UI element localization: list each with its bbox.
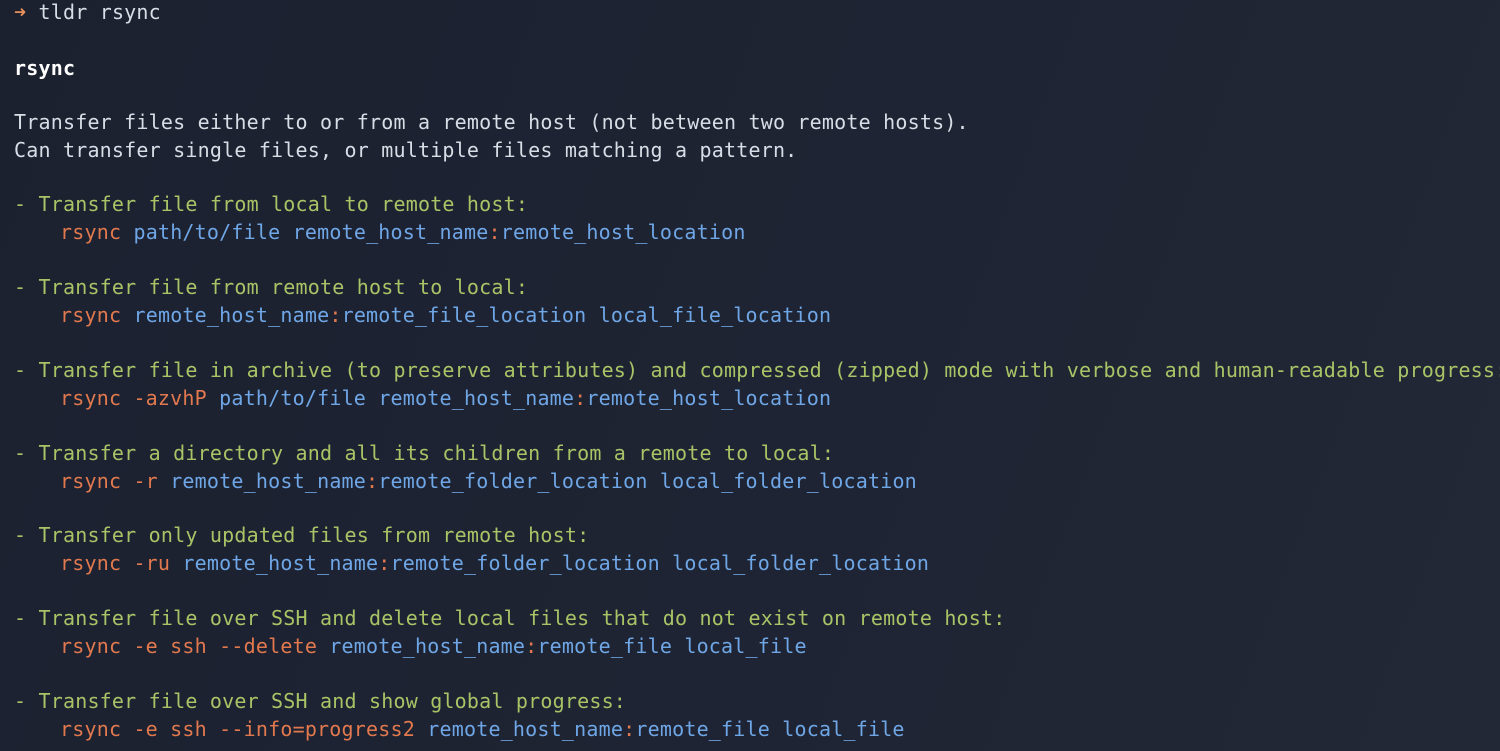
page-title: rsync	[14, 56, 76, 80]
remote-path: remote_host_location	[586, 386, 832, 410]
prompt-line: ➜ tldr rsync	[14, 0, 161, 26]
remote-host: remote_host_name	[378, 386, 575, 410]
host-separator: :	[574, 386, 587, 410]
prompt-command: tldr rsync	[38, 0, 161, 24]
remote-path: remote_file_location	[341, 303, 587, 327]
command-name: rsync -r	[60, 469, 158, 493]
remote-host: remote_host_name	[292, 220, 489, 244]
example-description: - Transfer file in archive (to preserve …	[14, 358, 1500, 382]
terminal-window[interactable]: ➜ tldr rsync rsync Transfer files either…	[0, 0, 1500, 751]
description-line-1: Transfer files either to or from a remot…	[14, 110, 969, 134]
remote-host: remote_host_name	[170, 469, 367, 493]
example-description: - Transfer only updated files from remot…	[14, 523, 590, 547]
remote-host: remote_host_name	[133, 303, 330, 327]
local-path: local_folder_location	[672, 551, 930, 575]
host-separator: :	[378, 551, 391, 575]
local-path: local_file	[782, 717, 905, 741]
command-name: rsync	[60, 303, 122, 327]
remote-host: remote_host_name	[182, 551, 379, 575]
example-description: - Transfer file from local to remote hos…	[14, 192, 529, 216]
remote-path: remote_folder_location	[390, 551, 660, 575]
local-path: local_file_location	[598, 303, 832, 327]
example-command: rsync -e ssh --info=progress2 remote_hos…	[60, 715, 905, 743]
host-separator: :	[525, 634, 538, 658]
example-command: rsync remote_host_name:remote_file_locat…	[60, 301, 831, 329]
host-separator: :	[366, 469, 379, 493]
command-name: rsync -e ssh --delete	[60, 634, 318, 658]
example-command: rsync -r remote_host_name:remote_folder_…	[60, 467, 917, 495]
remote-host: remote_host_name	[329, 634, 526, 658]
example-description: - Transfer file over SSH and show global…	[14, 689, 627, 713]
remote-path: remote_file	[537, 634, 673, 658]
local-path: local_file	[684, 634, 807, 658]
command-name: rsync	[60, 220, 122, 244]
description-line-2: Can transfer single files, or multiple f…	[14, 138, 798, 162]
command-name: rsync -azvhP	[60, 386, 207, 410]
local-path: local_folder_location	[659, 469, 917, 493]
host-separator: :	[488, 220, 501, 244]
command-argument: path/to/file	[133, 220, 281, 244]
host-separator: :	[329, 303, 342, 327]
example-description: - Transfer a directory and all its child…	[14, 441, 835, 465]
command-name: rsync -ru	[60, 551, 171, 575]
remote-path: remote_host_location	[500, 220, 746, 244]
example-description: - Transfer file over SSH and delete loca…	[14, 606, 1006, 630]
command-argument: path/to/file	[219, 386, 367, 410]
prompt-arrow-icon: ➜	[14, 0, 27, 24]
example-command: rsync -azvhP path/to/file remote_host_na…	[60, 384, 831, 412]
remote-path: remote_file	[635, 717, 771, 741]
example-command: rsync path/to/file remote_host_name:remo…	[60, 218, 746, 246]
remote-host: remote_host_name	[427, 717, 624, 741]
remote-path: remote_folder_location	[378, 469, 648, 493]
command-name: rsync -e ssh --info=progress2	[60, 717, 415, 741]
host-separator: :	[623, 717, 636, 741]
example-command: rsync -e ssh --delete remote_host_name:r…	[60, 632, 807, 660]
example-description: - Transfer file from remote host to loca…	[14, 275, 529, 299]
example-command: rsync -ru remote_host_name:remote_folder…	[60, 549, 929, 577]
